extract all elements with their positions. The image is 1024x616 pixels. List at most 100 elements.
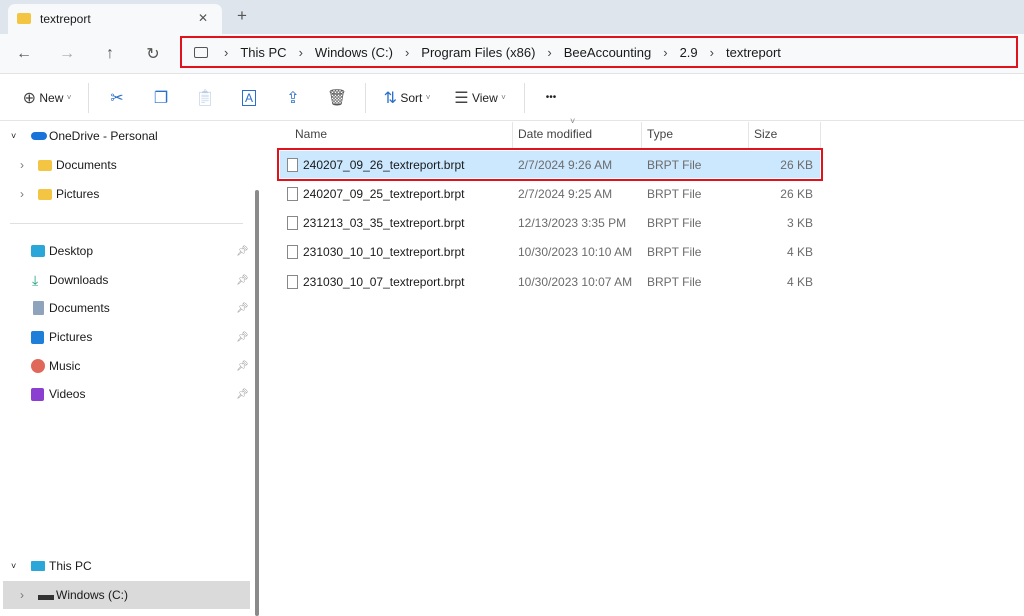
file-name: 231213_03_35_textreport.brpt [303,216,465,231]
file-size: 4 KB [786,245,813,260]
sidebar-item-onedrive-pictures[interactable]: › Pictures [0,180,250,208]
folder-icon [17,13,31,24]
sort-indicator-icon: ˅ [570,116,576,126]
drive-icon [38,595,54,600]
share-button[interactable]: ⇪ [271,83,315,113]
sidebar-item-desktop[interactable]: Desktop 📌︎ [0,237,250,265]
scissors-icon: ✂ [110,89,124,107]
file-row[interactable]: 231030_10_10_textreport.brpt 10/30/2023 … [280,239,820,266]
computer-icon [194,46,208,58]
column-header-type[interactable]: Type [647,127,673,141]
paste-button[interactable]: 📋︎ [183,83,227,113]
refresh-button[interactable]: ↻ [139,40,167,68]
back-button[interactable]: ← [10,40,38,68]
more-options-button[interactable]: ••• [531,83,571,113]
sidebar-item-downloads[interactable]: ⤓ Downloads 📌︎ [0,266,250,294]
sidebar-item-pictures[interactable]: Pictures 📌︎ [0,323,250,351]
sidebar-item-this-pc[interactable]: ˅ This PC [0,552,250,580]
breadcrumb-program-files[interactable]: Program Files (x86) [411,45,545,60]
sidebar-label: Windows (C:) [56,588,129,602]
breadcrumb-this-pc[interactable]: This PC [230,45,296,60]
sidebar-label: Documents [56,158,117,172]
file-type: BRPT File [647,245,702,260]
pin-icon[interactable]: 📌︎ [236,275,249,286]
pin-icon[interactable]: 📌︎ [236,332,249,343]
divider [512,122,513,148]
forward-button[interactable]: → [53,40,81,68]
sidebar-item-onedrive[interactable]: ˅ OneDrive - Personal [0,122,250,150]
sidebar-item-documents[interactable]: Documents 📌︎ [0,294,250,322]
cloud-icon [31,132,47,140]
file-row[interactable]: 240207_09_26_textreport.brpt 2/7/2024 9:… [277,148,823,181]
view-button[interactable]: ☰ View ˅ [442,83,518,113]
paste-icon: 📋︎ [194,89,216,107]
file-row[interactable]: 240207_09_25_textreport.brpt 2/7/2024 9:… [280,180,820,207]
rename-button[interactable]: A [227,83,271,113]
sidebar-label: Documents [49,301,110,315]
chevron-right-icon: › [663,44,668,60]
column-header-size[interactable]: Size [754,127,777,141]
sidebar-item-music[interactable]: Music 📌︎ [0,352,250,380]
file-icon [287,245,298,260]
divider [641,122,642,148]
file-name: 231030_10_10_textreport.brpt [303,245,465,260]
breadcrumb-beeaccounting[interactable]: BeeAccounting [554,45,661,60]
file-row[interactable]: 231030_10_07_textreport.brpt 10/30/2023 … [280,268,820,295]
pin-icon[interactable]: 📌︎ [236,303,249,314]
file-list: Name ˅ Date modified Type Size 240207_09… [265,116,1024,616]
close-tab-button[interactable]: ✕ [198,11,208,25]
file-date: 10/30/2023 10:07 AM [518,274,633,289]
sidebar-item-windows-c[interactable]: › Windows (C:) [3,581,250,609]
sort-icon: ⇅ [383,89,398,107]
file-row[interactable]: 231213_03_35_textreport.brpt 12/13/2023 … [280,210,820,237]
divider [524,82,525,113]
pin-icon[interactable]: 📌︎ [236,389,249,400]
music-icon [31,359,45,373]
copy-button[interactable]: ❐ [139,83,183,113]
sidebar-item-onedrive-documents[interactable]: › Documents [0,151,250,179]
pictures-icon [31,330,44,344]
videos-icon [31,387,44,401]
column-header-name[interactable]: Name [295,127,327,141]
up-button[interactable]: ↑ [96,40,124,68]
column-header-date[interactable]: Date modified [518,127,592,141]
divider [88,82,89,113]
file-name: 240207_09_25_textreport.brpt [303,186,465,201]
breadcrumb-version[interactable]: 2.9 [670,45,708,60]
new-label: New [39,90,64,105]
address-bar[interactable]: › This PC › Windows (C:) › Program Files (x… [180,36,1018,68]
sort-button[interactable]: ⇅ Sort ˅ [372,83,442,113]
sidebar-item-videos[interactable]: Videos 📌︎ [0,380,250,408]
chevron-right-icon: › [547,44,552,60]
tab-bar: textreport ✕ + [0,0,1024,34]
breadcrumb-textreport[interactable]: textreport [716,45,791,60]
file-icon [287,274,298,289]
file-size: 26 KB [780,157,813,172]
cut-button[interactable]: ✂ [95,83,139,113]
sidebar-label: Pictures [56,187,100,201]
trash-icon: 🗑︎ [326,89,348,107]
chevron-right-icon: › [224,44,229,60]
navigation-bar: ← → ↑ ↻ › This PC › Windows (C:) › Program … [0,34,1024,74]
breadcrumb-windows-c[interactable]: Windows (C:) [305,45,403,60]
file-size: 3 KB [786,216,813,231]
view-label: View [471,90,498,105]
share-icon: ⇪ [286,89,300,107]
delete-button[interactable]: 🗑︎ [315,83,359,113]
copy-icon: ❐ [153,89,169,107]
pin-icon[interactable]: 📌︎ [236,246,249,257]
sidebar-label: Desktop [49,244,94,258]
pin-icon[interactable]: 📌︎ [236,361,249,372]
chevron-down-icon: ˅ [11,561,17,571]
computer-icon [31,561,45,571]
documents-icon [33,301,44,315]
sidebar-label: OneDrive - Personal [49,129,158,143]
sidebar-scrollbar[interactable] [255,190,259,616]
file-type: BRPT File [647,274,702,289]
tab-textreport[interactable]: textreport ✕ [8,4,222,34]
file-date: 2/7/2024 9:26 AM [518,157,613,172]
new-tab-button[interactable]: + [237,6,247,26]
new-button[interactable]: ⊕ New ˅ [12,83,82,113]
file-date: 2/7/2024 9:25 AM [518,186,613,201]
file-icon [287,186,298,201]
